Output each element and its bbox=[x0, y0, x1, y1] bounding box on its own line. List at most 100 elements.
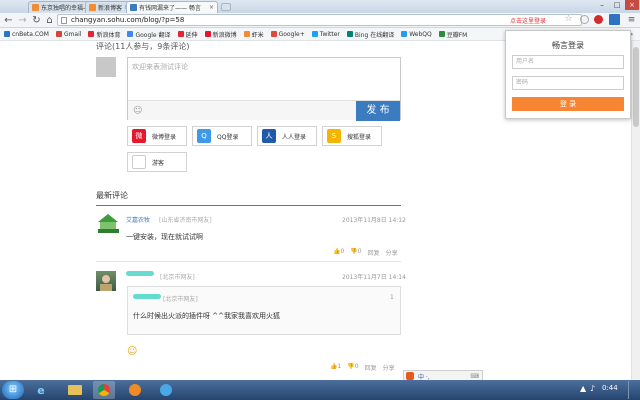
tab-close-icon[interactable]: × bbox=[207, 4, 214, 11]
url-text: changyan.sohu.com/blog/?p=58 bbox=[71, 16, 185, 24]
extension-icon[interactable] bbox=[580, 15, 589, 24]
like-button[interactable]: 👍0 bbox=[333, 248, 344, 257]
comment-avatar-aijia[interactable] bbox=[96, 212, 121, 234]
changyan-login-popup: 畅言登录 用户名 密码 登 录 bbox=[505, 30, 631, 119]
taskbar-app-icon[interactable] bbox=[155, 381, 177, 399]
extend-icon bbox=[177, 31, 184, 37]
blurred-author-name bbox=[126, 271, 154, 276]
google-translate-icon bbox=[127, 31, 134, 37]
bookmark-webqq[interactable]: WebQQ bbox=[401, 31, 432, 38]
comment-actions: 👍0 👎0 回复 分享 bbox=[333, 248, 398, 257]
changyan-extension-icon[interactable] bbox=[609, 14, 620, 25]
bookmark-sina-weibo[interactable]: 新浪微博 bbox=[204, 30, 237, 39]
page-scrollbar[interactable] bbox=[631, 41, 640, 380]
weibo-icon bbox=[204, 31, 211, 37]
bookmark-gmail[interactable]: Gmail bbox=[55, 31, 81, 38]
like-button[interactable]: 👍1 bbox=[330, 363, 341, 372]
ime-keyboard-icon[interactable]: ⌨ bbox=[470, 373, 479, 380]
password-input[interactable]: 密码 bbox=[512, 76, 624, 90]
bookmark-star-icon[interactable]: ☆ bbox=[562, 13, 575, 26]
comment-actions: 👍1 👎0 回复 分享 bbox=[330, 363, 395, 372]
douban-icon bbox=[438, 31, 445, 37]
editor-footer: ☺ 发 布 bbox=[128, 100, 400, 121]
changyan-favicon-icon bbox=[130, 4, 137, 11]
bing-icon bbox=[346, 31, 353, 37]
start-button[interactable]: ⊞ bbox=[2, 381, 24, 399]
weibo-icon: 微 bbox=[132, 129, 146, 143]
sohu-extension-icon[interactable] bbox=[594, 15, 603, 24]
minimize-button[interactable]: – bbox=[595, 0, 609, 10]
renren-login-button[interactable]: 人 人人登录 bbox=[257, 126, 317, 146]
emoji-icon[interactable]: ☺ bbox=[133, 106, 142, 116]
publish-button[interactable]: 发 布 bbox=[356, 101, 400, 121]
taskbar-ie-icon[interactable]: e bbox=[30, 381, 52, 399]
comment-editor[interactable]: 欢迎来表测试评论 ☺ 发 布 bbox=[127, 57, 401, 121]
twitter-icon bbox=[311, 31, 318, 37]
quote-text: 什么时候出火派的插件呀 ^^我家我喜欢用火狐 bbox=[133, 312, 280, 320]
forward-arrow-icon[interactable]: → bbox=[16, 14, 29, 27]
taskbar-chrome-icon[interactable] bbox=[93, 381, 115, 399]
comment-text: 一键安装，现在就试试啊 bbox=[126, 233, 203, 241]
dislike-button[interactable]: 👎0 bbox=[350, 248, 361, 257]
reload-icon[interactable]: ↻ bbox=[30, 14, 43, 27]
tray-volume-icon[interactable]: ♪ bbox=[590, 384, 595, 393]
comment-time: 2013年11月7日 14:14 bbox=[342, 274, 406, 281]
taskbar-media-icon[interactable] bbox=[124, 381, 146, 399]
bookmark-extend[interactable]: 延伸 bbox=[177, 30, 198, 39]
bookmark-xiami[interactable]: 虾米 bbox=[243, 30, 264, 39]
home-icon[interactable]: ⌂ bbox=[43, 14, 56, 27]
menu-icon[interactable]: ≡ bbox=[625, 14, 638, 27]
qq-icon bbox=[401, 31, 408, 37]
bookmark-cnbeta[interactable]: cnBeta.COM bbox=[4, 31, 49, 38]
bookmark-google-translate[interactable]: Google 翻译 bbox=[127, 30, 171, 39]
tray-network-icon[interactable]: ▲ bbox=[580, 384, 586, 393]
comment-author[interactable]: 艾嘉农牧 bbox=[126, 215, 150, 224]
bookmark-twitter[interactable]: Twitter bbox=[311, 31, 340, 38]
close-window-button[interactable]: × bbox=[625, 0, 639, 10]
reply-button[interactable]: 回复 bbox=[365, 363, 377, 372]
maximize-button[interactable]: □ bbox=[610, 0, 624, 10]
login-button[interactable]: 登 录 bbox=[512, 97, 624, 111]
reply-button[interactable]: 回复 bbox=[368, 248, 380, 257]
sogou-ime-icon[interactable] bbox=[406, 372, 414, 380]
popup-title: 畅言登录 bbox=[552, 41, 584, 50]
taskbar-clock[interactable]: 0:44 bbox=[602, 384, 618, 392]
tab-changyan[interactable]: 有钱网漏来了—— 畅言 × bbox=[126, 1, 218, 13]
sohu-login-button[interactable]: S 搜狐登录 bbox=[322, 126, 382, 146]
tab-strip: 东京独唱的幸福——虾米 × 新浪博客 × 有钱网漏来了—— 畅言 × – □ × bbox=[0, 0, 640, 13]
current-user-avatar bbox=[96, 57, 116, 77]
bookmark-bing-translate[interactable]: Bing 在线翻译 bbox=[346, 30, 394, 39]
share-button[interactable]: 分享 bbox=[383, 363, 395, 372]
comment-avatar-user2[interactable] bbox=[96, 271, 116, 291]
login-hint-link[interactable]: 点击这里登录 bbox=[510, 16, 546, 25]
renren-icon: 人 bbox=[262, 129, 276, 143]
new-tab-button[interactable] bbox=[221, 3, 231, 11]
guest-login-button[interactable]: 游客 bbox=[127, 152, 187, 172]
xiami-icon bbox=[243, 31, 250, 37]
taskbar-explorer-icon[interactable] bbox=[64, 381, 86, 399]
bookmark-sina-sports[interactable]: 新浪体育 bbox=[88, 30, 120, 39]
tab-label: 新浪博客 bbox=[98, 5, 123, 12]
gmail-icon bbox=[55, 31, 62, 37]
weibo-login-button[interactable]: 微 微博登录 bbox=[127, 126, 187, 146]
google-plus-icon bbox=[270, 31, 277, 37]
bookmark-douban-fm[interactable]: 豆瓣FM bbox=[438, 30, 467, 39]
comment-time: 2013年11月8日 14:12 bbox=[342, 217, 406, 224]
quote-location: [北京市网友] bbox=[163, 296, 198, 303]
back-arrow-icon[interactable]: ← bbox=[2, 14, 15, 27]
comment-count-heading: 评论(11人参与，9条评论) bbox=[96, 42, 190, 51]
share-button[interactable]: 分享 bbox=[386, 248, 398, 257]
tab-label: 有钱网漏来了—— 畅言 bbox=[139, 5, 201, 12]
dislike-button[interactable]: 👎0 bbox=[347, 363, 358, 372]
comment-location: [北京市网友] bbox=[160, 274, 195, 281]
address-bar[interactable]: changyan.sohu.com/blog/?p=58 bbox=[57, 14, 582, 26]
page-icon bbox=[61, 17, 67, 24]
qq-login-button[interactable]: Q QQ登录 bbox=[192, 126, 252, 146]
comment-divider bbox=[96, 261, 401, 262]
show-desktop-button[interactable] bbox=[628, 381, 638, 399]
scrollbar-thumb[interactable] bbox=[633, 47, 639, 127]
bookmark-google-plus[interactable]: Google+ bbox=[270, 31, 305, 38]
comment-location: [山东省济南市网友] bbox=[159, 217, 212, 224]
username-input[interactable]: 用户名 bbox=[512, 55, 624, 69]
tab-sina-blog[interactable]: 新浪博客 × bbox=[85, 1, 130, 13]
